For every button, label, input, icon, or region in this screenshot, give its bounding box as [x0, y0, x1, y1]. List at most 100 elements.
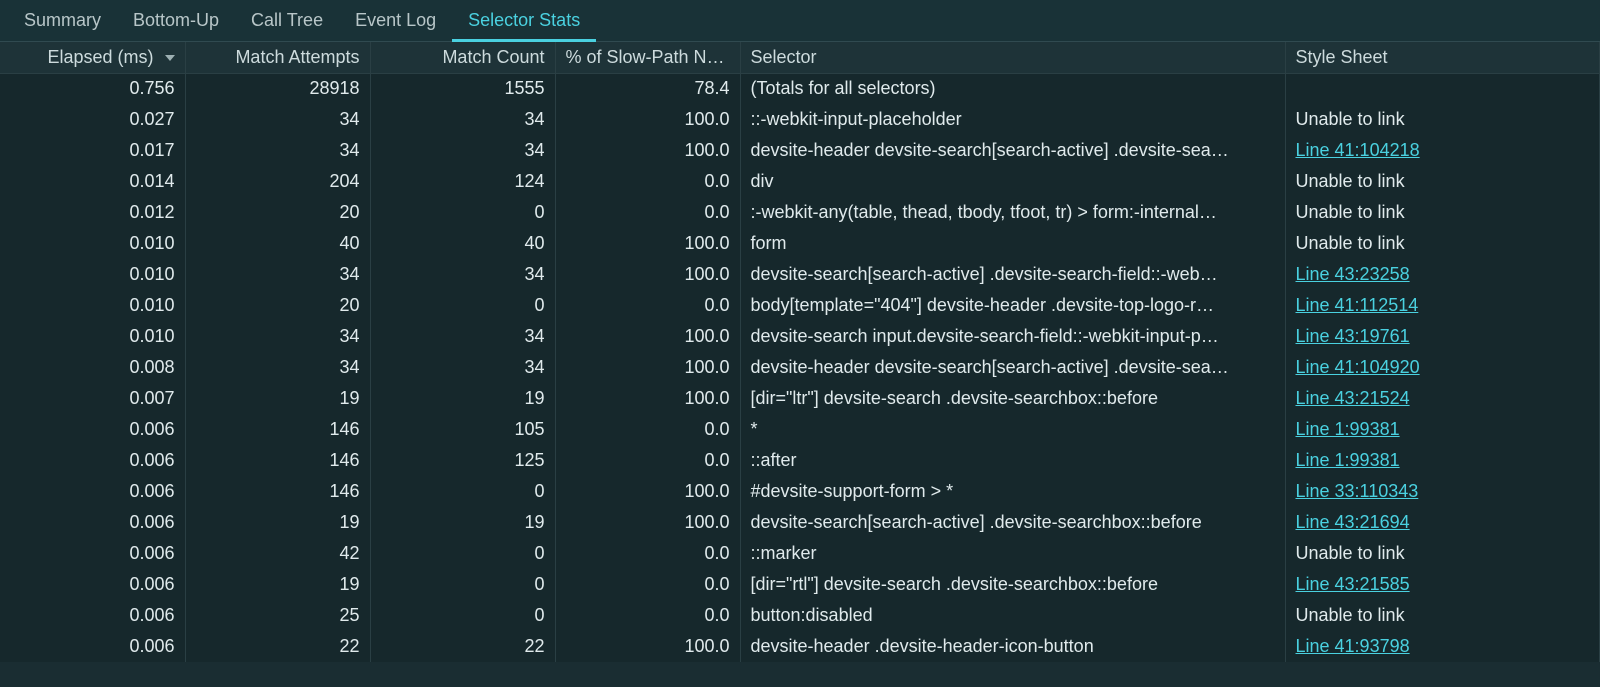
cell-selector: div — [740, 166, 1285, 197]
cell-count-value: 0 — [534, 295, 544, 315]
cell-attempts: 34 — [185, 259, 370, 290]
table-row[interactable]: 0.75628918155578.4(Totals for all select… — [0, 73, 1600, 104]
cell-selector-value: ::marker — [751, 543, 817, 563]
col-header-count[interactable]: Match Count — [370, 42, 555, 73]
cell-elapsed: 0.006 — [0, 538, 185, 569]
cell-slow-value: 0.0 — [704, 543, 729, 563]
table-row[interactable]: 0.0062222100.0devsite-header .devsite-he… — [0, 631, 1600, 662]
col-header-elapsed[interactable]: Elapsed (ms) — [0, 42, 185, 73]
cell-slow: 0.0 — [555, 445, 740, 476]
table-row[interactable]: 0.0061460100.0#devsite-support-form > *L… — [0, 476, 1600, 507]
stylesheet-link[interactable]: Line 43:21694 — [1296, 512, 1410, 532]
stylesheet-link[interactable]: Line 41:93798 — [1296, 636, 1410, 656]
cell-selector-value: ::-webkit-input-placeholder — [751, 109, 962, 129]
cell-attempts-value: 25 — [339, 605, 359, 625]
cell-slow-value: 0.0 — [704, 574, 729, 594]
table-row[interactable]: 0.0122000.0:-webkit-any(table, thead, tb… — [0, 197, 1600, 228]
cell-slow: 100.0 — [555, 631, 740, 662]
stylesheet-link[interactable]: Line 1:99381 — [1296, 419, 1400, 439]
stylesheet-link[interactable]: Line 43:19761 — [1296, 326, 1410, 346]
cell-selector-value: devsite-header .devsite-header-icon-butt… — [751, 636, 1094, 656]
cell-selector: body[template="404"] devsite-header .dev… — [740, 290, 1285, 321]
cell-selector-value: ::after — [751, 450, 797, 470]
cell-count-value: 105 — [514, 419, 544, 439]
cell-attempts-value: 146 — [329, 419, 359, 439]
table-row[interactable]: 0.0061919100.0devsite-search[search-acti… — [0, 507, 1600, 538]
table-row[interactable]: 0.0061900.0[dir="rtl"] devsite-search .d… — [0, 569, 1600, 600]
table-row[interactable]: 0.0142041240.0divUnable to link — [0, 166, 1600, 197]
tab-summary[interactable]: Summary — [8, 0, 117, 41]
col-header-slow[interactable]: % of Slow-Path N… — [555, 42, 740, 73]
stylesheet-link[interactable]: Line 43:21585 — [1296, 574, 1410, 594]
cell-elapsed: 0.010 — [0, 228, 185, 259]
cell-sheet: Line 33:110343 — [1285, 476, 1600, 507]
cell-selector: devsite-search input.devsite-search-fiel… — [740, 321, 1285, 352]
cell-selector: #devsite-support-form > * — [740, 476, 1285, 507]
cell-elapsed-value: 0.006 — [129, 543, 174, 563]
table-row[interactable]: 0.0083434100.0devsite-header devsite-sea… — [0, 352, 1600, 383]
cell-elapsed: 0.006 — [0, 507, 185, 538]
table-row[interactable]: 0.0103434100.0devsite-search[search-acti… — [0, 259, 1600, 290]
cell-attempts: 34 — [185, 352, 370, 383]
stylesheet-link[interactable]: Line 43:21524 — [1296, 388, 1410, 408]
stylesheet-link[interactable]: Line 33:110343 — [1296, 481, 1419, 501]
cell-slow-value: 0.0 — [704, 202, 729, 222]
cell-sheet: Unable to link — [1285, 166, 1600, 197]
stylesheet-link[interactable]: Line 41:112514 — [1296, 295, 1419, 315]
cell-sheet-value: Unable to link — [1296, 605, 1405, 625]
cell-count-value: 34 — [524, 264, 544, 284]
cell-elapsed: 0.006 — [0, 445, 185, 476]
cell-slow-value: 0.0 — [704, 295, 729, 315]
cell-sheet: Line 41:93798 — [1285, 631, 1600, 662]
col-header-sheet[interactable]: Style Sheet — [1285, 42, 1600, 73]
cell-selector: ::marker — [740, 538, 1285, 569]
cell-attempts: 34 — [185, 104, 370, 135]
cell-count-value: 125 — [514, 450, 544, 470]
tab-bottom-up[interactable]: Bottom-Up — [117, 0, 235, 41]
table-row[interactable]: 0.0061461050.0*Line 1:99381 — [0, 414, 1600, 445]
col-header-attempts-label: Match Attempts — [235, 47, 359, 67]
cell-sheet-value: Unable to link — [1296, 171, 1405, 191]
cell-count-value: 0 — [534, 574, 544, 594]
cell-sheet: Line 43:21694 — [1285, 507, 1600, 538]
table-row[interactable]: 0.0064200.0::markerUnable to link — [0, 538, 1600, 569]
stylesheet-link[interactable]: Line 43:23258 — [1296, 264, 1410, 284]
cell-selector: devsite-header .devsite-header-icon-butt… — [740, 631, 1285, 662]
table-row[interactable]: 0.0104040100.0formUnable to link — [0, 228, 1600, 259]
cell-elapsed-value: 0.006 — [129, 574, 174, 594]
cell-selector: devsite-header devsite-search[search-act… — [740, 135, 1285, 166]
cell-count: 1555 — [370, 73, 555, 104]
col-header-selector[interactable]: Selector — [740, 42, 1285, 73]
table-row[interactable]: 0.0273434100.0::-webkit-input-placeholde… — [0, 104, 1600, 135]
cell-elapsed-value: 0.006 — [129, 450, 174, 470]
cell-count-value: 0 — [534, 605, 544, 625]
tab-event-log[interactable]: Event Log — [339, 0, 452, 41]
cell-attempts-value: 204 — [329, 171, 359, 191]
table-row[interactable]: 0.0173434100.0devsite-header devsite-sea… — [0, 135, 1600, 166]
cell-count-value: 1555 — [504, 78, 544, 98]
tab-label: Selector Stats — [468, 10, 580, 31]
stylesheet-link[interactable]: Line 41:104218 — [1296, 140, 1420, 160]
stylesheet-link[interactable]: Line 1:99381 — [1296, 450, 1400, 470]
cell-count: 105 — [370, 414, 555, 445]
col-header-attempts[interactable]: Match Attempts — [185, 42, 370, 73]
table-row[interactable]: 0.0071919100.0[dir="ltr"] devsite-search… — [0, 383, 1600, 414]
cell-attempts: 146 — [185, 414, 370, 445]
tab-selector-stats[interactable]: Selector Stats — [452, 0, 596, 41]
tab-call-tree[interactable]: Call Tree — [235, 0, 339, 41]
cell-sheet-value: Unable to link — [1296, 202, 1405, 222]
table-row[interactable]: 0.0102000.0body[template="404"] devsite-… — [0, 290, 1600, 321]
cell-selector-value: button:disabled — [751, 605, 873, 625]
cell-count: 40 — [370, 228, 555, 259]
cell-selector-value: [dir="rtl"] devsite-search .devsite-sear… — [751, 574, 1158, 594]
cell-selector-value: #devsite-support-form > * — [751, 481, 954, 501]
stylesheet-link[interactable]: Line 41:104920 — [1296, 357, 1420, 377]
table-row[interactable]: 0.0062500.0button:disabledUnable to link — [0, 600, 1600, 631]
cell-slow: 0.0 — [555, 600, 740, 631]
cell-count: 124 — [370, 166, 555, 197]
table-row[interactable]: 0.0103434100.0devsite-search input.devsi… — [0, 321, 1600, 352]
cell-selector-value: body[template="404"] devsite-header .dev… — [751, 295, 1215, 315]
table-row[interactable]: 0.0061461250.0::afterLine 1:99381 — [0, 445, 1600, 476]
cell-selector: button:disabled — [740, 600, 1285, 631]
cell-slow-value: 0.0 — [704, 605, 729, 625]
